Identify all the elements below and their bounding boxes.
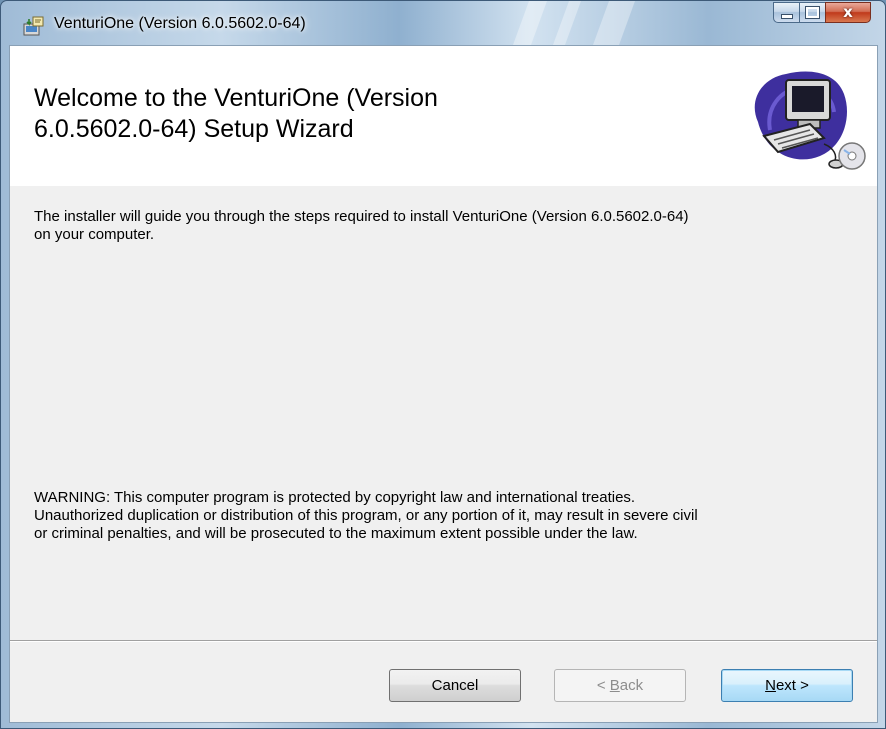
minimize-button[interactable] <box>773 2 799 23</box>
computer-setup-icon <box>754 71 866 170</box>
glass-streak <box>512 1 548 45</box>
back-label-rest: ack <box>619 677 644 694</box>
heading-line: 6.0.5602.0-64) Setup Wizard <box>34 115 354 143</box>
maximize-icon <box>805 6 820 19</box>
caption-buttons: x <box>773 2 871 23</box>
text-line: or criminal penalties, and will be prose… <box>34 525 638 542</box>
glass-streak <box>592 1 636 45</box>
window-title: VenturiOne (Version 6.0.5602.0-64) <box>54 15 306 32</box>
wizard-banner: Welcome to the VenturiOne (Version 6.0.5… <box>10 46 877 186</box>
heading-line: Welcome to the VenturiOne (Version <box>34 84 438 112</box>
banner-divider <box>10 185 877 186</box>
copyright-warning: WARNING: This computer program is protec… <box>34 489 864 543</box>
footer-divider-highlight <box>10 641 877 642</box>
page-title: Welcome to the VenturiOne (Version 6.0.5… <box>34 83 714 145</box>
back-label-prefix: < <box>596 677 610 694</box>
installer-window: VenturiOne (Version 6.0.5602.0-64) x Wel… <box>0 0 886 729</box>
cancel-label: Cancel <box>431 677 479 694</box>
text-line: The installer will guide you through the… <box>34 208 689 225</box>
next-label-mnemonic: N <box>765 677 776 694</box>
intro-text: The installer will guide you through the… <box>34 208 864 244</box>
back-label-mnemonic: B <box>609 677 620 694</box>
text-line: WARNING: This computer program is protec… <box>34 489 636 506</box>
close-icon: x <box>843 3 853 21</box>
maximize-button[interactable] <box>799 2 825 23</box>
installer-icon <box>23 16 44 36</box>
minimize-icon <box>780 14 793 19</box>
title-bar[interactable]: VenturiOne (Version 6.0.5602.0-64) x <box>1 1 885 45</box>
wizard-client-area: Welcome to the VenturiOne (Version 6.0.5… <box>9 45 878 723</box>
text-line: Unauthorized duplication or distribution… <box>34 507 698 524</box>
next-button[interactable]: Next > <box>721 669 853 702</box>
cancel-button[interactable]: Cancel <box>389 669 521 702</box>
next-label-rest: ext > <box>775 677 809 694</box>
close-button[interactable]: x <box>825 2 871 23</box>
glass-streak <box>552 1 582 45</box>
text-line: on your computer. <box>34 226 155 243</box>
back-button[interactable]: < Back <box>554 669 686 702</box>
